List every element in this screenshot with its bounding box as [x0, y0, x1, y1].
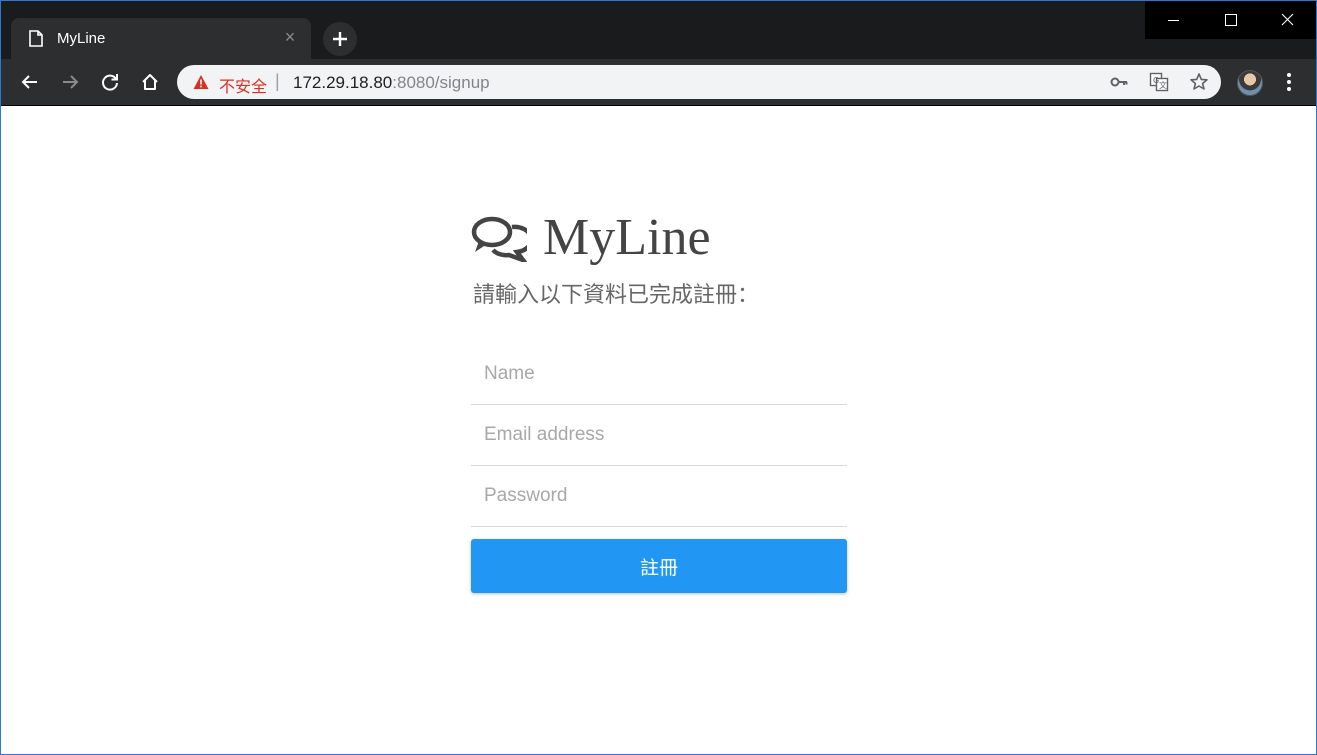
- window-controls: [1145, 1, 1316, 39]
- brand-name: MyLine: [543, 209, 711, 266]
- page-content: MyLine 請輸入以下資料已完成註冊： 註冊: [1, 106, 1316, 754]
- close-window-button[interactable]: [1259, 1, 1316, 39]
- email-field[interactable]: [471, 405, 847, 466]
- chat-bubbles-icon: [471, 216, 527, 262]
- signup-panel: MyLine 請輸入以下資料已完成註冊： 註冊: [471, 206, 847, 593]
- url-host: 172.29.18.80: [293, 73, 393, 92]
- key-icon[interactable]: [1109, 72, 1129, 92]
- page-icon: [29, 30, 43, 47]
- signup-instructions: 請輸入以下資料已完成註冊：: [473, 282, 760, 307]
- tab-close-icon[interactable]: ×: [281, 28, 299, 46]
- forward-button[interactable]: [55, 67, 85, 97]
- signup-form: 註冊: [471, 344, 847, 593]
- home-button[interactable]: [135, 67, 165, 97]
- signup-button[interactable]: 註冊: [471, 539, 847, 593]
- star-icon[interactable]: [1189, 72, 1209, 92]
- security-status[interactable]: 不安全: [219, 73, 267, 97]
- forward-arrow-icon: [63, 75, 79, 89]
- browser-window: MyLine × 不安全 | 172.29.18.80:8080/signup …: [0, 0, 1317, 755]
- name-field[interactable]: [471, 344, 847, 405]
- translate-icon[interactable]: G 文: [1149, 72, 1169, 92]
- close-icon: [1281, 13, 1294, 26]
- tab-myline[interactable]: MyLine ×: [11, 18, 311, 59]
- warning-triangle-icon: [193, 75, 209, 89]
- avatar[interactable]: [1237, 70, 1263, 96]
- reload-button[interactable]: [95, 67, 125, 97]
- back-button[interactable]: [15, 67, 45, 97]
- url-path: :8080/signup: [392, 73, 490, 92]
- kebab-menu-icon[interactable]: [1279, 70, 1299, 94]
- tab-strip: MyLine ×: [1, 1, 1316, 59]
- address-separator: |: [275, 71, 280, 91]
- address-bar[interactable]: 不安全 | 172.29.18.80:8080/signup G 文: [177, 65, 1221, 99]
- home-icon: [142, 74, 158, 90]
- url-text[interactable]: 172.29.18.80:8080/signup: [293, 73, 490, 93]
- new-tab-button[interactable]: [323, 22, 357, 56]
- browser-toolbar: 不安全 | 172.29.18.80:8080/signup G 文: [1, 59, 1316, 106]
- minimize-icon: [1168, 20, 1179, 21]
- reload-icon: [102, 74, 118, 91]
- svg-text:文: 文: [1159, 80, 1167, 90]
- brand-header: MyLine: [471, 206, 847, 270]
- plus-icon: [333, 32, 347, 46]
- maximize-button[interactable]: [1202, 1, 1259, 39]
- password-field[interactable]: [471, 466, 847, 527]
- back-arrow-icon: [21, 75, 37, 89]
- minimize-button[interactable]: [1145, 1, 1202, 39]
- tab-title: MyLine: [57, 30, 106, 47]
- maximize-icon: [1225, 14, 1237, 26]
